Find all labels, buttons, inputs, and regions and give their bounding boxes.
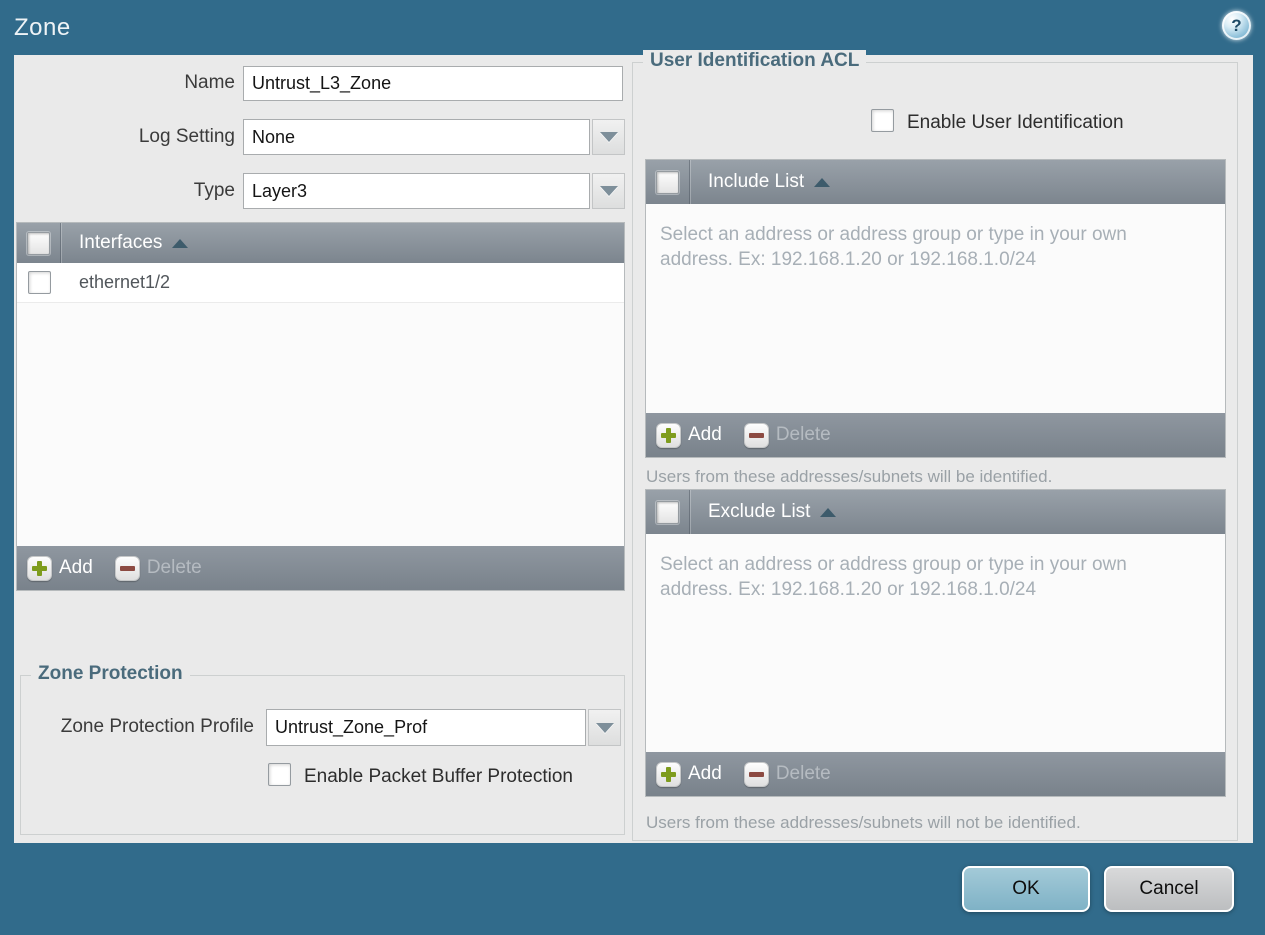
include-list-column-header[interactable]: Include List bbox=[708, 171, 831, 193]
interfaces-table: Interfaces ethernet1/2 Add Delete bbox=[16, 222, 625, 591]
dialog-title: Zone bbox=[14, 14, 71, 41]
dialog-content: Name Log Setting Type Interfaces bbox=[14, 50, 1253, 843]
include-list-add-button[interactable]: Add bbox=[656, 422, 722, 448]
type-label: Type bbox=[193, 180, 235, 201]
exclude-list-column-header[interactable]: Exclude List bbox=[708, 501, 837, 523]
include-list-select-all-checkbox[interactable] bbox=[656, 170, 679, 194]
sort-ascending-icon bbox=[172, 238, 189, 248]
add-button-label: Add bbox=[688, 424, 722, 445]
include-list-caption: Users from these addresses/subnets will … bbox=[646, 467, 1053, 486]
user-identification-acl-legend: User Identification ACL bbox=[643, 50, 867, 72]
packet-buffer-protection-checkbox[interactable] bbox=[268, 763, 291, 786]
chevron-down-icon bbox=[599, 132, 618, 142]
zone-protection-profile-input[interactable] bbox=[266, 709, 586, 746]
zone-dialog: Zone ? Name Log Setting Type Interfaces bbox=[0, 0, 1265, 935]
enable-user-identification-label: Enable User Identification bbox=[907, 112, 1124, 133]
include-list-table: Include List Select an address or addres… bbox=[645, 159, 1226, 458]
exclude-list-header-label: Exclude List bbox=[708, 501, 811, 522]
interfaces-table-footer: Add Delete bbox=[17, 546, 624, 590]
type-input[interactable] bbox=[243, 173, 590, 209]
cancel-button[interactable]: Cancel bbox=[1104, 866, 1234, 912]
add-button-label: Add bbox=[59, 557, 93, 578]
help-icon[interactable]: ? bbox=[1222, 11, 1251, 40]
add-icon bbox=[27, 555, 52, 581]
exclude-list-delete-button[interactable]: Delete bbox=[743, 761, 831, 787]
delete-button-label: Delete bbox=[146, 557, 202, 578]
type-dropdown-button[interactable] bbox=[592, 173, 625, 209]
delete-icon bbox=[743, 422, 769, 448]
interface-name: ethernet1/2 bbox=[79, 272, 171, 292]
interfaces-column-header[interactable]: Interfaces bbox=[79, 232, 189, 254]
include-list-placeholder: Select an address or address group or ty… bbox=[660, 224, 1127, 270]
packet-buffer-protection-label: Enable Packet Buffer Protection bbox=[304, 766, 573, 787]
log-setting-input[interactable] bbox=[243, 119, 590, 155]
log-setting-label: Log Setting bbox=[138, 126, 235, 147]
include-list-delete-button[interactable]: Delete bbox=[743, 422, 831, 448]
name-input[interactable] bbox=[243, 66, 623, 101]
zone-protection-group: Zone Protection Zone Protection Profile … bbox=[20, 663, 625, 835]
exclude-list-add-button[interactable]: Add bbox=[656, 761, 722, 787]
include-list-header-label: Include List bbox=[708, 171, 805, 192]
exclude-list-caption: Users from these addresses/subnets will … bbox=[646, 813, 1081, 832]
delete-button-label: Delete bbox=[775, 763, 831, 784]
zone-protection-profile-dropdown-button[interactable] bbox=[588, 709, 621, 746]
ok-button[interactable]: OK bbox=[962, 866, 1090, 912]
log-setting-dropdown-button[interactable] bbox=[592, 119, 625, 155]
interfaces-header-label: Interfaces bbox=[79, 232, 163, 253]
include-list-header: Include List bbox=[646, 160, 1225, 204]
sort-ascending-icon bbox=[820, 507, 837, 517]
interfaces-table-header: Interfaces bbox=[17, 223, 624, 263]
include-list-body[interactable]: Select an address or address group or ty… bbox=[646, 204, 1225, 413]
exclude-list-footer: Add Delete bbox=[646, 752, 1225, 796]
exclude-list-header: Exclude List bbox=[646, 490, 1225, 534]
include-list-footer: Add Delete bbox=[646, 413, 1225, 457]
interface-row-checkbox[interactable] bbox=[27, 271, 51, 294]
interfaces-table-body: ethernet1/2 bbox=[17, 263, 624, 546]
dialog-titlebar: Zone ? bbox=[0, 0, 1265, 55]
interfaces-delete-button[interactable]: Delete bbox=[114, 555, 202, 581]
delete-button-label: Delete bbox=[775, 424, 831, 445]
user-identification-acl-group: User Identification ACL Enable User Iden… bbox=[632, 50, 1238, 841]
exclude-list-placeholder: Select an address or address group or ty… bbox=[660, 554, 1127, 600]
chevron-down-icon bbox=[599, 186, 618, 196]
add-icon bbox=[656, 761, 681, 787]
zone-protection-legend: Zone Protection bbox=[31, 663, 190, 685]
interfaces-add-button[interactable]: Add bbox=[27, 555, 93, 581]
add-button-label: Add bbox=[688, 763, 722, 784]
help-glyph: ? bbox=[1231, 15, 1242, 35]
exclude-list-table: Exclude List Select an address or addres… bbox=[645, 489, 1226, 797]
table-row[interactable]: ethernet1/2 bbox=[17, 263, 624, 303]
exclude-list-body[interactable]: Select an address or address group or ty… bbox=[646, 534, 1225, 752]
enable-user-identification-checkbox[interactable] bbox=[871, 109, 894, 132]
zone-protection-profile-label: Zone Protection Profile bbox=[60, 716, 254, 737]
exclude-list-select-all-checkbox[interactable] bbox=[656, 500, 679, 524]
interfaces-select-all-checkbox[interactable] bbox=[27, 231, 50, 255]
name-label: Name bbox=[184, 72, 235, 93]
delete-icon bbox=[114, 555, 140, 581]
add-icon bbox=[656, 422, 681, 448]
delete-icon bbox=[743, 761, 769, 787]
chevron-down-icon bbox=[595, 722, 614, 733]
sort-ascending-icon bbox=[814, 177, 831, 187]
